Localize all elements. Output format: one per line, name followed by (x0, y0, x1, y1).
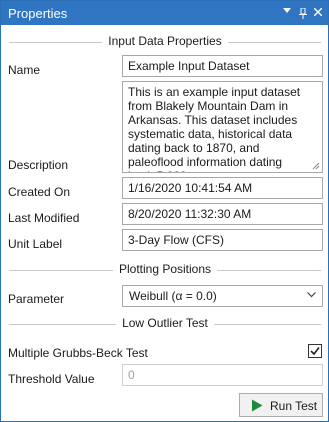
threshold-field[interactable]: 0 (122, 364, 323, 386)
description-text: This is an example input dataset from Bl… (128, 85, 301, 172)
name-field[interactable]: Example Input Dataset (122, 55, 323, 77)
chevron-down-icon (307, 292, 316, 298)
unit-label-label: Unit Label (8, 237, 63, 251)
parameter-select[interactable]: Weibull (α = 0.0) (122, 285, 323, 307)
run-test-button[interactable]: Run Test (239, 393, 323, 417)
section-title: Low Outlier Test (116, 316, 214, 330)
last-modified-field[interactable]: 8/20/2020 11:32:30 AM (122, 203, 323, 225)
last-modified-label: Last Modified (8, 211, 80, 225)
section-low-outlier-test: Low Outlier Test (9, 316, 321, 332)
dropdown-menu-icon[interactable] (280, 5, 294, 21)
run-test-label: Run Test (270, 399, 318, 413)
properties-panel: Properties Input Data Properties Name Ex… (0, 0, 329, 422)
resize-grip-icon[interactable] (312, 162, 320, 170)
panel-title: Properties (8, 6, 68, 21)
title-bar[interactable]: Properties (1, 1, 328, 25)
pin-icon[interactable] (296, 5, 310, 21)
grubbs-beck-checkbox[interactable] (308, 344, 322, 358)
threshold-label: Threshold Value (8, 372, 95, 386)
checkmark-icon (310, 347, 320, 356)
section-plotting-positions: Plotting Positions (9, 262, 321, 278)
section-title: Input Data Properties (102, 34, 228, 48)
name-label: Name (8, 63, 41, 77)
play-icon (252, 399, 263, 412)
description-field[interactable]: This is an example input dataset from Bl… (122, 81, 323, 173)
parameter-label: Parameter (8, 292, 65, 306)
section-input-data-properties: Input Data Properties (9, 34, 321, 50)
parameter-value: Weibull (α = 0.0) (129, 289, 217, 303)
unit-label-field[interactable]: 3-Day Flow (CFS) (122, 229, 323, 251)
description-label: Description (8, 158, 69, 172)
created-on-label: Created On (8, 185, 71, 199)
close-icon[interactable] (311, 5, 325, 21)
created-on-field[interactable]: 1/16/2020 10:41:54 AM (122, 177, 323, 199)
section-title: Plotting Positions (112, 262, 218, 276)
grubbs-beck-label: Multiple Grubbs-Beck Test (8, 346, 148, 360)
